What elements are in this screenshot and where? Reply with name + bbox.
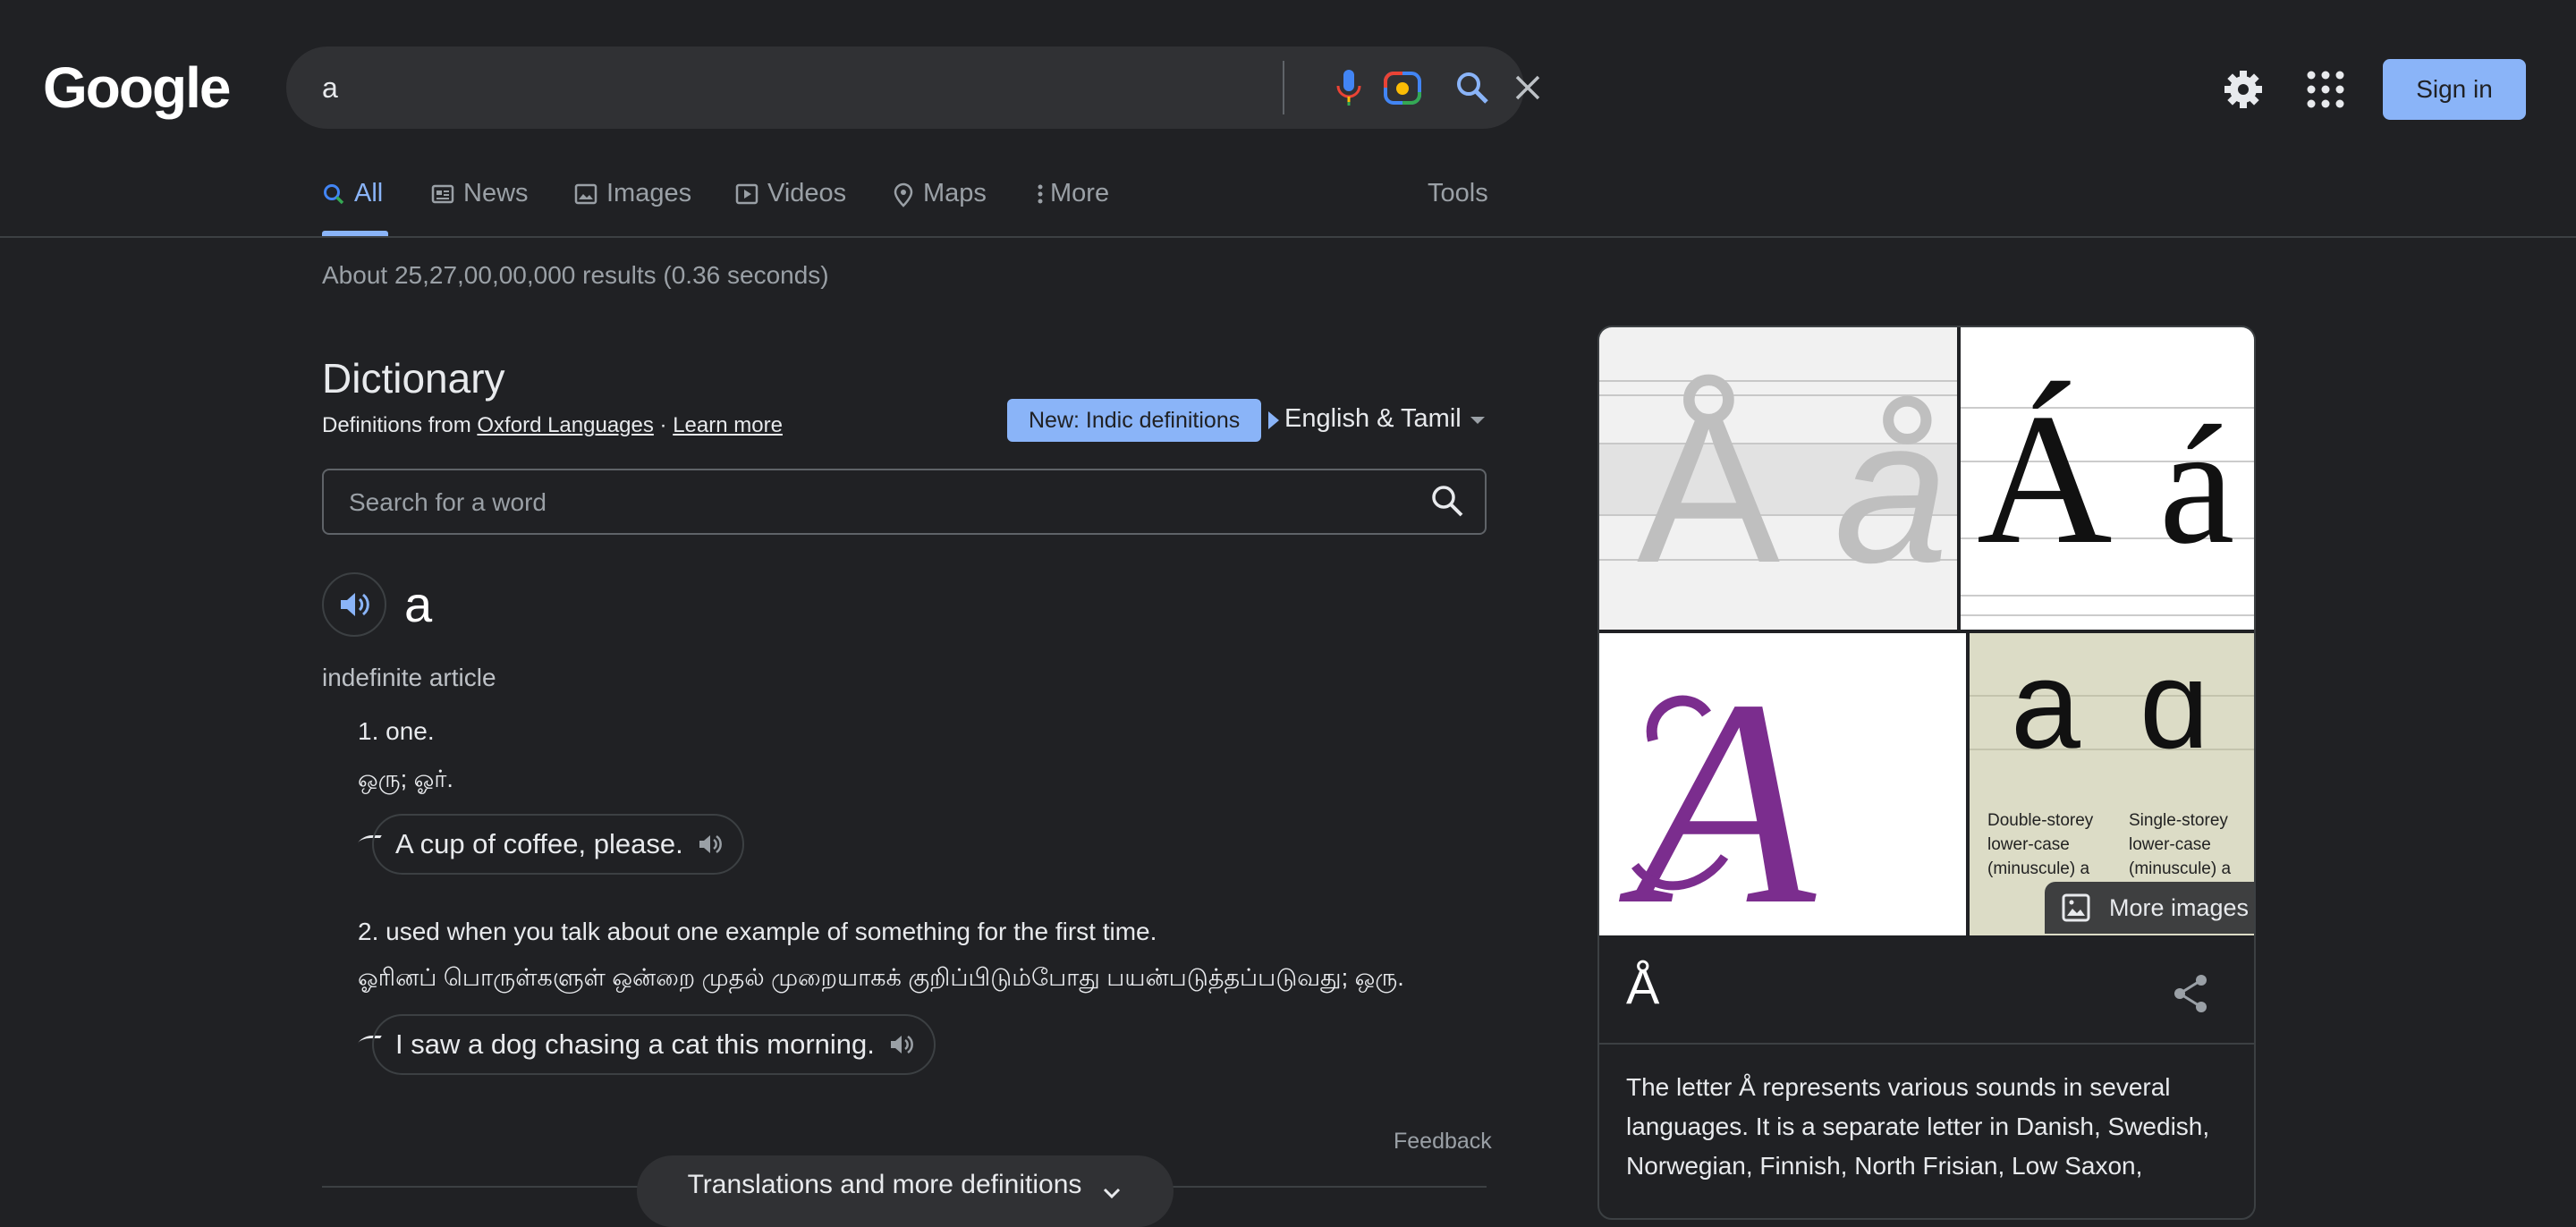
microphone-icon[interactable] xyxy=(1327,66,1370,109)
example-text: I saw a dog chasing a cat this morning. xyxy=(395,1028,875,1060)
tools-label: Tools xyxy=(1428,179,1488,207)
knowledge-panel: Å å Á á A a ɑ Double-storey lower-case (… xyxy=(1597,326,2256,1220)
map-pin-icon xyxy=(894,182,913,207)
tools-button[interactable]: Tools xyxy=(1428,179,1488,236)
news-icon xyxy=(431,184,454,204)
search-box[interactable]: a xyxy=(286,47,1540,129)
glyph-text: á xyxy=(2159,392,2234,580)
google-logo[interactable]: Google xyxy=(43,59,231,116)
more-images-label: More images xyxy=(2109,893,2250,921)
example-sentence[interactable]: A cup of coffee, please. xyxy=(372,814,744,875)
image-caption: Single-storey lower-case (minuscule) a xyxy=(2129,811,2232,878)
definition-tamil: ஒரு; ஓர். xyxy=(358,766,453,792)
glyph-text: Å xyxy=(1637,368,1780,607)
language-selector[interactable]: English & Tamil xyxy=(1284,404,1462,434)
image-tile-acute-a[interactable]: Á á xyxy=(1961,327,2254,630)
search-input[interactable]: a xyxy=(322,47,338,129)
glyph-text: å xyxy=(1834,376,1948,605)
tab-label: More xyxy=(1050,179,1110,207)
oxford-languages-link[interactable]: Oxford Languages xyxy=(477,413,653,437)
headword: a xyxy=(404,576,433,632)
tab-label: News xyxy=(463,179,529,207)
example-text: A cup of coffee, please. xyxy=(395,828,683,859)
glyph-text: ɑ xyxy=(2140,634,2209,774)
dictionary-title: Dictionary xyxy=(322,355,505,402)
learn-more-link[interactable]: Learn more xyxy=(673,413,783,437)
image-tile-script-a[interactable]: A xyxy=(1599,633,1966,935)
tab-news[interactable]: News xyxy=(431,179,529,236)
clear-icon[interactable] xyxy=(1506,66,1549,109)
tab-label: Videos xyxy=(767,179,847,207)
definition-tamil: ஓரினப் பொருள்களுள் ஒன்றை முதல் முறையாகக்… xyxy=(358,964,1404,991)
word-search-input[interactable] xyxy=(347,470,1379,535)
definition-text: 1. one. xyxy=(358,717,435,745)
image-tile-ring-a[interactable]: Å å xyxy=(1599,327,1957,630)
tab-label: Maps xyxy=(923,179,987,207)
tab-more[interactable]: More xyxy=(1036,179,1109,236)
speaker-icon[interactable] xyxy=(698,834,723,855)
tabs-divider xyxy=(0,236,2576,238)
badge-pointer xyxy=(1268,411,1279,429)
video-icon xyxy=(735,183,758,205)
search-divider xyxy=(1283,61,1284,114)
pronunciation-speaker-button[interactable] xyxy=(322,572,386,637)
panel-divider xyxy=(1599,1043,2254,1045)
search-icon xyxy=(324,184,344,205)
camera-lens-icon[interactable] xyxy=(1381,66,1424,109)
entity-title: Å xyxy=(1626,958,1660,1014)
tab-videos[interactable]: Videos xyxy=(735,179,846,236)
search-icon[interactable] xyxy=(1451,66,1494,109)
indic-definitions-badge[interactable]: New: Indic definitions xyxy=(1007,399,1262,442)
settings-gear-icon[interactable] xyxy=(2222,68,2265,111)
dropdown-caret-icon[interactable] xyxy=(1470,417,1485,424)
tab-images[interactable]: Images xyxy=(574,179,691,236)
tab-label: Images xyxy=(606,179,692,207)
dictionary-source: Definitions from Oxford Languages · Lear… xyxy=(322,413,783,438)
search-icon[interactable] xyxy=(1429,483,1465,523)
glyph-text: Á xyxy=(1977,376,2113,583)
tab-maps[interactable]: Maps xyxy=(893,179,987,236)
tab-all[interactable]: All xyxy=(322,179,383,236)
glyph-text: a xyxy=(2011,634,2080,774)
speaker-icon xyxy=(341,593,369,616)
source-prefix: Definitions from xyxy=(322,413,478,437)
image-caption: Double-storey lower-case (minuscule) a xyxy=(1987,811,2094,878)
entity-description: The letter Å represents various sounds i… xyxy=(1626,1073,2210,1180)
feedback-link[interactable]: Feedback xyxy=(1394,1129,1492,1155)
example-sentence[interactable]: I saw a dog chasing a cat this morning. xyxy=(372,1014,936,1075)
sign-in-button[interactable]: Sign in xyxy=(2383,59,2526,120)
more-definitions-label: Translations and more definitions xyxy=(687,1170,1082,1199)
tab-label: All xyxy=(354,179,384,207)
results-stats: About 25,27,00,00,000 results (0.36 seco… xyxy=(322,261,829,289)
word-search-field[interactable] xyxy=(322,469,1487,535)
glyph-text: A xyxy=(1616,639,1819,935)
more-definitions-button[interactable]: Translations and more definitions xyxy=(637,1155,1174,1227)
share-icon[interactable] xyxy=(2172,973,2209,1019)
definition-text: 2. used when you talk about one example … xyxy=(358,918,1157,945)
chevron-down-icon xyxy=(1104,1188,1121,1199)
image-icon xyxy=(574,183,597,205)
speaker-icon[interactable] xyxy=(889,1034,914,1055)
image-icon xyxy=(2062,893,2090,922)
more-images-button[interactable]: More images xyxy=(2045,882,2254,934)
apps-grid-icon[interactable] xyxy=(2306,70,2345,109)
more-vert-icon xyxy=(1038,184,1043,204)
separator: · xyxy=(653,413,674,437)
part-of-speech: indefinite article xyxy=(322,664,496,691)
